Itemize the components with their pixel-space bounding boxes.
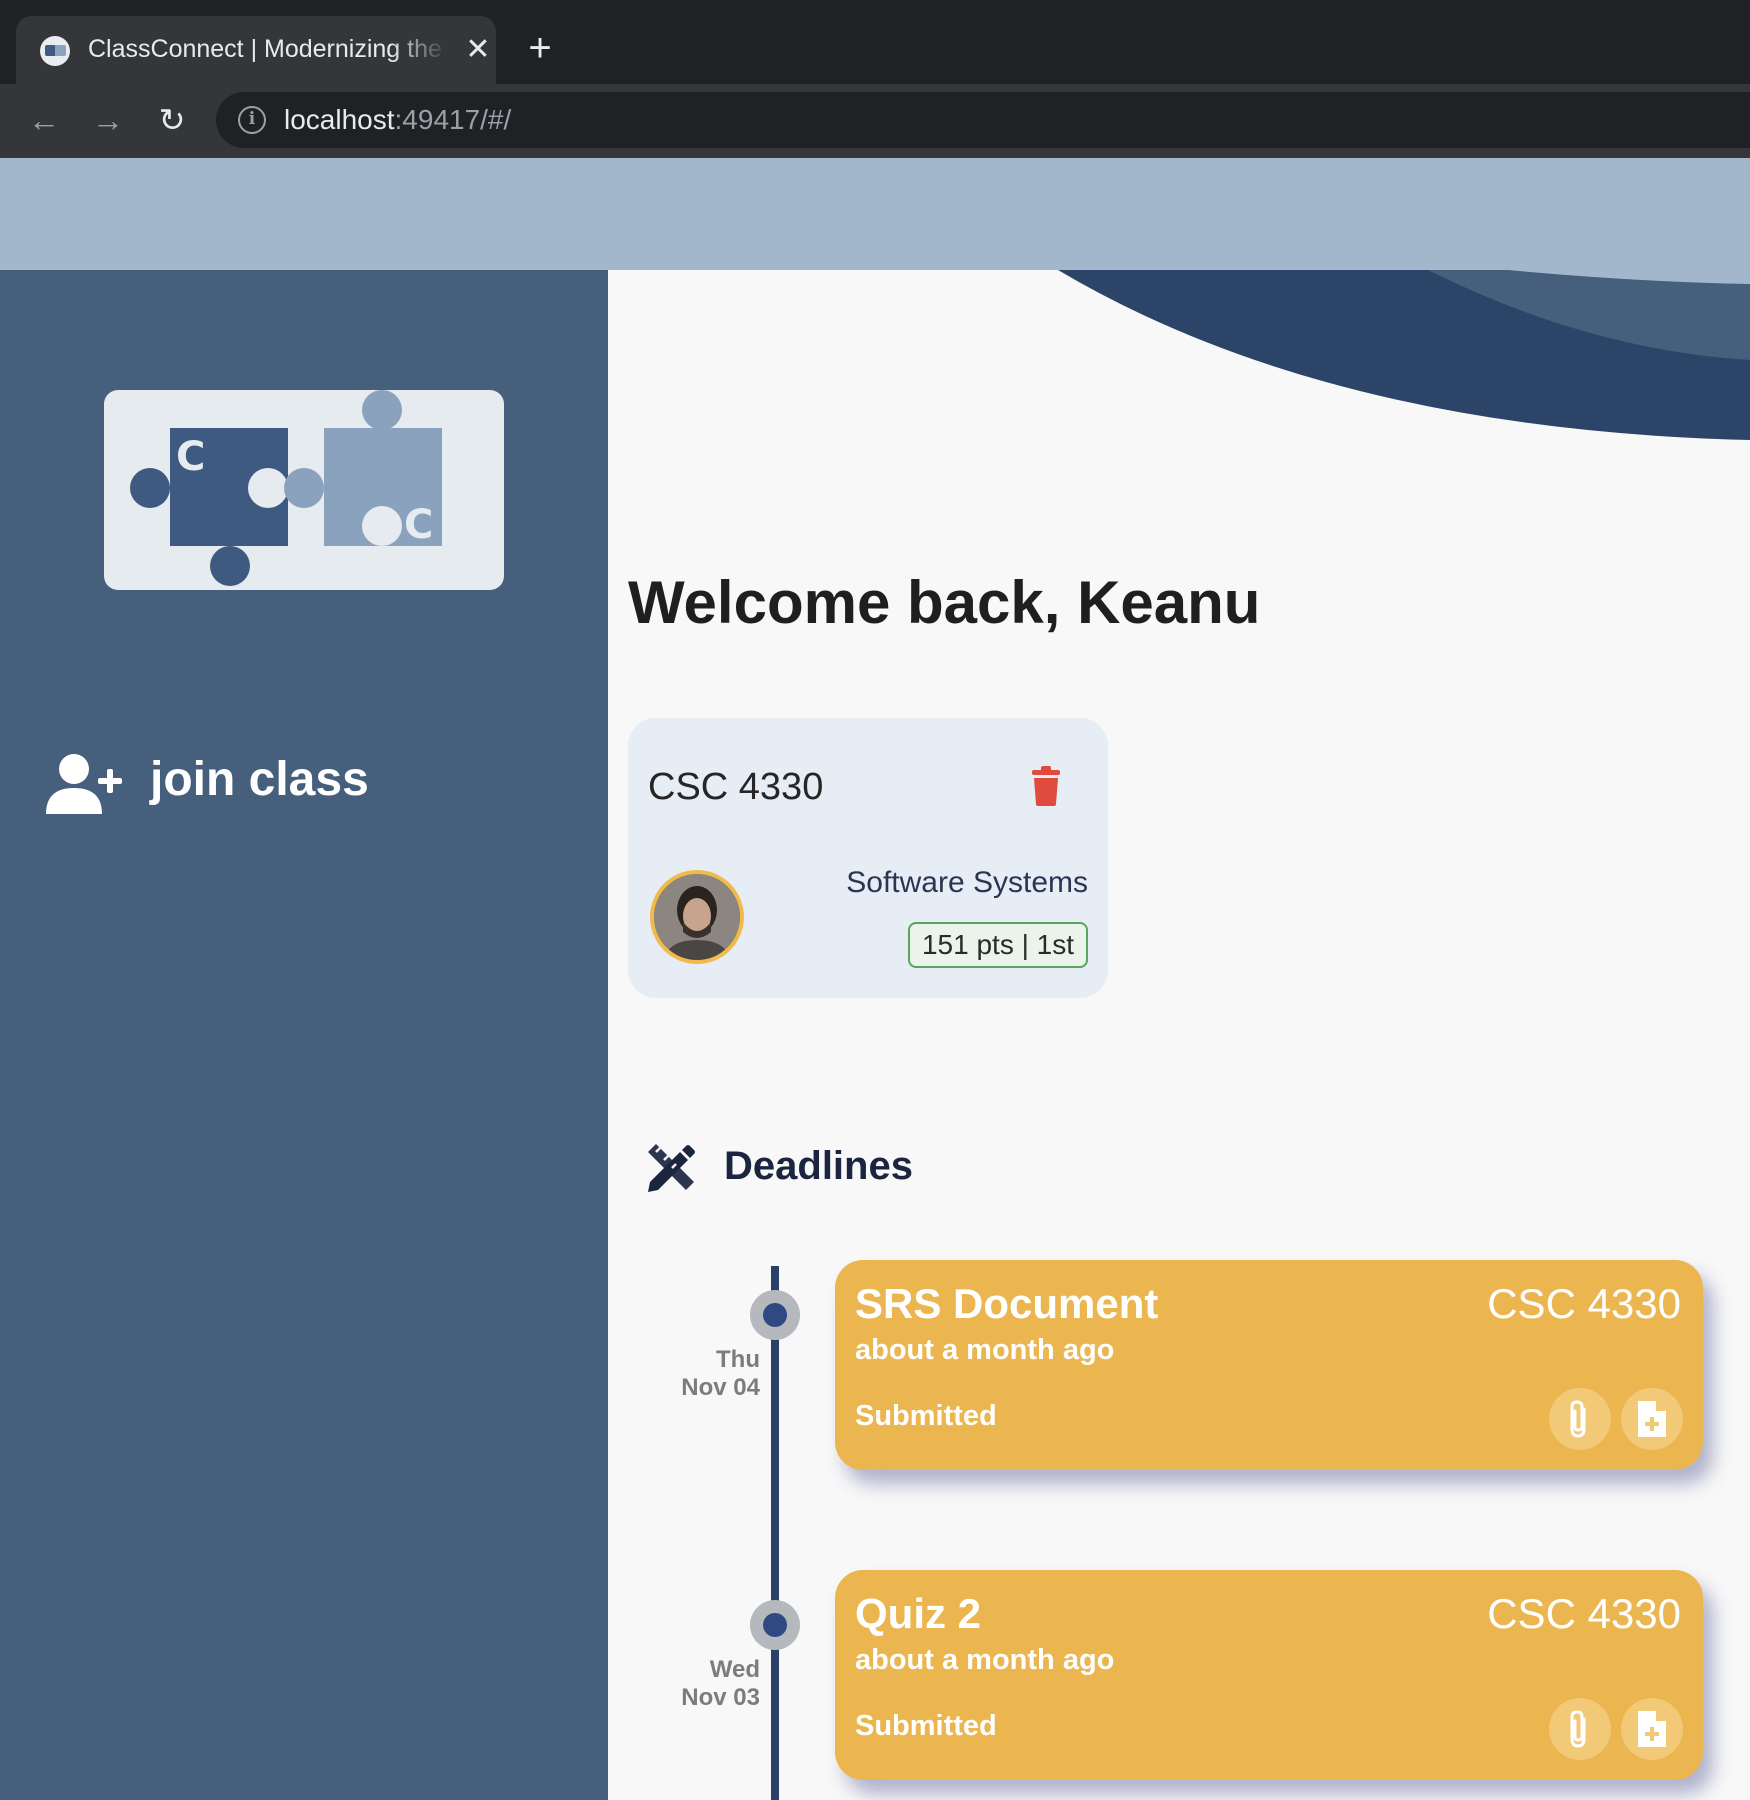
- pencil-ruler-icon: [648, 1144, 695, 1192]
- avatar-portrait: [654, 874, 740, 960]
- join-class-button[interactable]: join class: [46, 746, 446, 818]
- deadline-title: Quiz 2: [855, 1590, 982, 1637]
- paperclip-icon: [1570, 1710, 1586, 1748]
- tab-strip: ClassConnect | Modernizing the Classroom…: [0, 0, 1750, 84]
- reload-icon[interactable]: ↻: [152, 100, 192, 140]
- deadline-date: Nov 03: [681, 1684, 760, 1711]
- app-header: [0, 158, 1750, 270]
- add-file-button[interactable]: [1621, 1698, 1683, 1760]
- join-class-label: join class: [150, 753, 369, 806]
- user-plus-icon: [46, 754, 122, 814]
- deadline-title: SRS Document: [855, 1280, 1159, 1327]
- deadline-day: Wed: [709, 1656, 760, 1683]
- url-text[interactable]: localhost:49417/#/: [284, 104, 511, 136]
- file-plus-icon: [1638, 1401, 1666, 1437]
- site-info-icon[interactable]: i: [238, 106, 266, 134]
- url-path: :49417/#/: [394, 104, 512, 135]
- paperclip-icon: [1570, 1400, 1586, 1438]
- deadline-item: Thu Nov 04 SRS Document CSC 4330 about a…: [608, 1260, 1750, 1500]
- welcome-heading: Welcome back, Keanu: [628, 569, 1261, 636]
- back-arrow-icon[interactable]: ←: [24, 100, 64, 140]
- deadlines-title: Deadlines: [724, 1144, 913, 1188]
- class-card[interactable]: CSC 4330 Software Systems 151 pts | 1st: [628, 718, 1108, 998]
- new-tab-icon[interactable]: +: [522, 28, 558, 68]
- deadline-time: about a month ago: [855, 1334, 1115, 1366]
- forward-arrow-icon[interactable]: →: [88, 100, 128, 140]
- class-name: Software Systems: [846, 866, 1088, 899]
- main-content: Welcome back, Keanu CSC 4330 Software Sy…: [608, 270, 1750, 1800]
- classconnect-logo: C C: [104, 390, 504, 590]
- attach-button[interactable]: [1549, 1388, 1611, 1450]
- deadline-item: Wed Nov 03 Quiz 2 CSC 4330 about a month…: [608, 1570, 1750, 1800]
- deadline-card[interactable]: Quiz 2 CSC 4330 about a month ago Submit…: [835, 1570, 1703, 1780]
- deadline-course: CSC 4330: [1487, 1280, 1681, 1327]
- close-tab-icon[interactable]: ✕: [462, 34, 494, 66]
- deadline-card[interactable]: SRS Document CSC 4330 about a month ago …: [835, 1260, 1703, 1470]
- browser-tab[interactable]: ClassConnect | Modernizing the Classroom…: [16, 16, 496, 84]
- deadline-time: about a month ago: [855, 1644, 1115, 1676]
- deadline-course: CSC 4330: [1487, 1590, 1681, 1637]
- svg-text:C: C: [404, 502, 433, 548]
- deadline-day: Thu: [716, 1346, 760, 1373]
- timeline-dot: [750, 1600, 800, 1650]
- deadline-status: Submitted: [855, 1710, 997, 1742]
- browser-chrome: ClassConnect | Modernizing the Classroom…: [0, 0, 1750, 158]
- decorative-waves: [1058, 270, 1750, 440]
- url-host: localhost: [284, 104, 395, 135]
- timeline-dot: [750, 1290, 800, 1340]
- trash-icon[interactable]: [1030, 766, 1062, 806]
- class-code: CSC 4330: [648, 766, 824, 808]
- favicon-icon: [40, 36, 70, 66]
- tab-title: ClassConnect | Modernizing the Classroom: [88, 35, 448, 63]
- deadline-date: Nov 04: [681, 1374, 760, 1401]
- address-bar[interactable]: i localhost:49417/#/: [216, 92, 1750, 148]
- instructor-avatar: [650, 870, 744, 964]
- file-plus-icon: [1638, 1711, 1666, 1747]
- svg-text:C: C: [176, 434, 205, 480]
- page: ClassConnect | Modernizing the Classroom…: [0, 0, 1750, 1800]
- add-file-button[interactable]: [1621, 1388, 1683, 1450]
- sidebar: C C join class: [0, 270, 608, 1800]
- points-badge: 151 pts | 1st: [907, 922, 1088, 968]
- deadline-status: Submitted: [855, 1400, 997, 1432]
- attach-button[interactable]: [1549, 1698, 1611, 1760]
- puzzle-logo-icon: C C: [130, 390, 442, 586]
